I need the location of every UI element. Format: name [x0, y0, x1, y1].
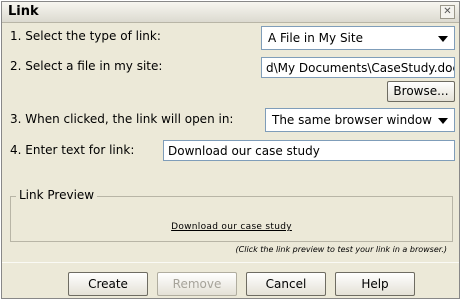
link-type-value: A File in My Site — [268, 31, 363, 45]
cancel-button[interactable]: Cancel — [246, 272, 326, 296]
link-type-select[interactable]: A File in My Site — [261, 26, 455, 50]
chevron-down-icon — [438, 36, 448, 42]
create-button[interactable]: Create — [68, 272, 148, 296]
link-text-input[interactable]: Download our case study — [163, 140, 455, 161]
browse-button[interactable]: Browse... — [387, 81, 455, 102]
open-in-select[interactable]: The same browser window — [265, 108, 455, 132]
close-icon[interactable]: ✕ — [440, 5, 455, 19]
chevron-down-icon — [438, 118, 448, 124]
dialog-title: Link — [8, 4, 39, 19]
link-text-label: 4. Enter text for link: — [10, 143, 135, 157]
file-path-value: d\My Documents\CaseStudy.doc — [266, 61, 455, 75]
link-text-value: Download our case study — [168, 144, 320, 158]
open-in-label: 3. When clicked, the link will open in: — [10, 112, 234, 126]
remove-button[interactable]: Remove — [157, 272, 237, 296]
link-preview-text[interactable]: Download our case study — [2, 222, 461, 232]
link-type-label: 1. Select the type of link: — [10, 29, 161, 43]
file-path-input[interactable]: d\My Documents\CaseStudy.doc — [261, 57, 455, 78]
link-preview-group — [10, 196, 453, 242]
divider — [2, 262, 459, 263]
open-in-value: The same browser window — [272, 113, 432, 127]
title-bar: Link ✕ — [2, 2, 459, 23]
help-button[interactable]: Help — [335, 272, 415, 296]
link-dialog: Link ✕ 1. Select the type of link: A Fil… — [1, 1, 460, 299]
preview-note: (Click the link preview to test your lin… — [235, 245, 447, 254]
file-label: 2. Select a file in my site: — [10, 59, 163, 73]
link-preview-legend: Link Preview — [16, 188, 98, 202]
